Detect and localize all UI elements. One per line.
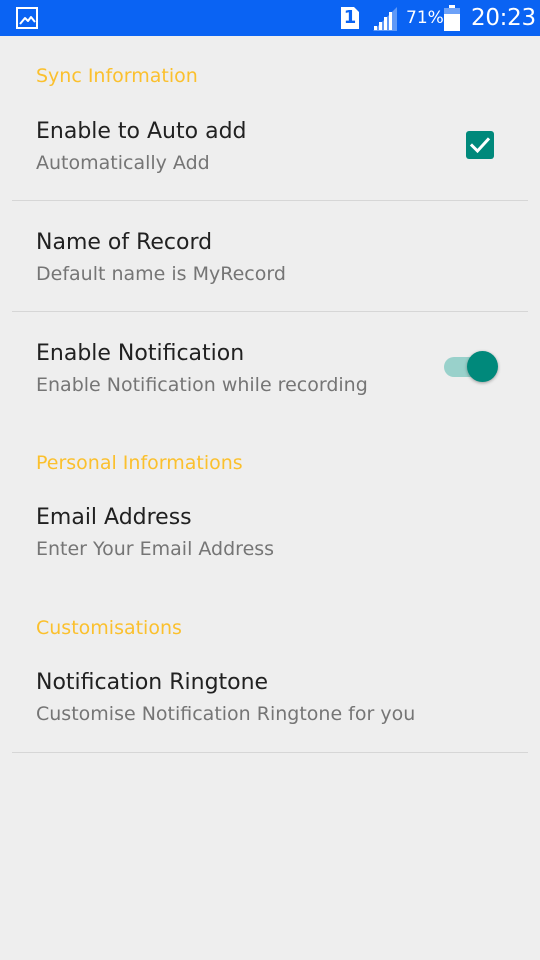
battery-icon [444, 5, 460, 31]
section-header-custom: Customisations [36, 617, 182, 639]
gallery-icon [16, 7, 38, 29]
pref-email-title: Email Address [36, 505, 192, 530]
pref-email[interactable]: Email Address Enter Your Email Address [0, 490, 540, 586]
pref-record-name[interactable]: Name of Record Default name is MyRecord [0, 201, 540, 311]
checkmark-icon [469, 137, 491, 154]
battery-percent: 71% [406, 8, 444, 28]
pref-auto-add-summary: Automatically Add [36, 152, 210, 174]
signal-icon [373, 7, 397, 31]
section-header-personal: Personal Informations [36, 452, 243, 474]
section-header-sync: Sync Information [36, 65, 198, 87]
pref-auto-add[interactable]: Enable to Auto add Automatically Add [0, 100, 540, 200]
notification-switch[interactable] [444, 350, 500, 384]
switch-thumb [467, 351, 498, 382]
pref-ringtone[interactable]: Notification Ringtone Customise Notifica… [0, 655, 540, 752]
auto-add-checkbox[interactable] [466, 131, 494, 159]
status-bar: 1 71% 20:23 [0, 0, 540, 36]
sim-label: 1 [343, 7, 357, 28]
pref-email-summary: Enter Your Email Address [36, 538, 275, 560]
pref-record-name-title: Name of Record [36, 230, 213, 255]
pref-notification-summary: Enable Notification while recording [36, 374, 368, 396]
clock: 20:23 [471, 5, 536, 31]
pref-ringtone-title: Notification Ringtone [36, 670, 269, 695]
pref-notification-title: Enable Notification [36, 341, 245, 366]
pref-record-name-summary: Default name is MyRecord [36, 263, 286, 285]
pref-ringtone-summary: Customise Notification Ringtone for you [36, 703, 416, 725]
pref-auto-add-title: Enable to Auto add [36, 119, 247, 144]
sim-icon: 1 [340, 6, 360, 30]
divider [12, 752, 528, 753]
